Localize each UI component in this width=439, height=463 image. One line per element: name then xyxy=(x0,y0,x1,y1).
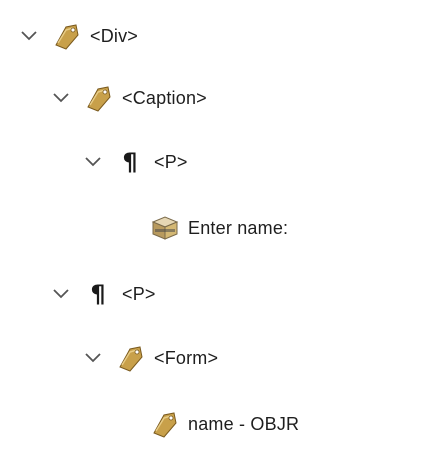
chevron-down-icon[interactable] xyxy=(82,347,104,369)
tree-node-objr[interactable]: name - OBJR xyxy=(150,404,299,444)
chevron-down-icon[interactable] xyxy=(82,151,104,173)
chevron-down-icon[interactable] xyxy=(50,283,72,305)
structure-tree: <Div> <Caption> ¶ <P> Enter name: ¶ <P> … xyxy=(0,0,439,463)
tree-node-content[interactable]: Enter name: xyxy=(150,208,288,248)
tree-node-p[interactable]: ¶ <P> xyxy=(50,274,156,314)
tag-icon xyxy=(150,409,180,439)
tag-icon xyxy=(84,83,114,113)
tree-node-label: <Div> xyxy=(90,25,139,46)
tree-node-div[interactable]: <Div> xyxy=(18,16,138,56)
paragraph-icon: ¶ xyxy=(90,280,106,308)
tag-icon xyxy=(116,343,146,373)
tree-node-form[interactable]: <Form> xyxy=(82,338,218,378)
tree-node-label: <Form> xyxy=(154,347,219,368)
tag-icon xyxy=(52,21,82,51)
tree-node-label: <P> xyxy=(122,283,156,304)
tree-node-label: Enter name: xyxy=(188,217,289,238)
content-box-icon xyxy=(150,214,180,242)
tree-node-label: <P> xyxy=(154,151,188,172)
paragraph-icon: ¶ xyxy=(122,148,138,176)
tree-node-label: name - OBJR xyxy=(188,413,300,434)
tree-node-caption[interactable]: <Caption> xyxy=(50,78,207,118)
chevron-down-icon[interactable] xyxy=(18,25,40,47)
tree-node-label: <Caption> xyxy=(122,87,207,108)
chevron-down-icon[interactable] xyxy=(50,87,72,109)
tree-node-p[interactable]: ¶ <P> xyxy=(82,142,188,182)
